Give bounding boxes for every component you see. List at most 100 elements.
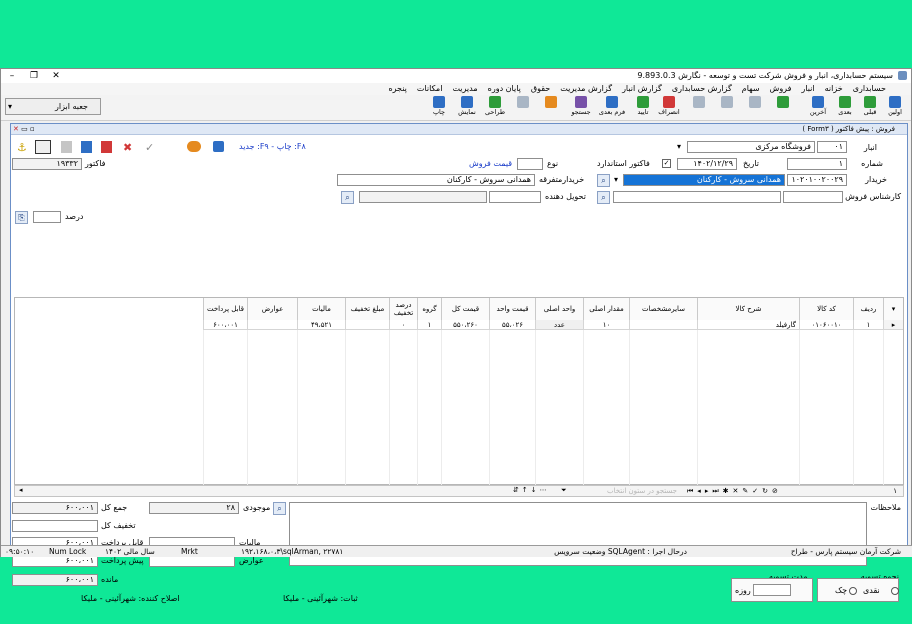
- col-header[interactable]: شرح کالا: [697, 298, 799, 320]
- table-row-cell[interactable]: ۰۱۰۶۰۰۱۰: [799, 320, 853, 330]
- restore-icon[interactable]: ❐: [23, 69, 45, 83]
- deliverer-code[interactable]: [489, 191, 541, 203]
- col-header[interactable]: گروه: [417, 298, 441, 320]
- menu-item[interactable]: پنجره: [383, 83, 411, 95]
- col-header[interactable]: واحد اصلی: [535, 298, 583, 320]
- excel-icon[interactable]: [81, 141, 92, 153]
- previous-button[interactable]: قبلی: [858, 95, 882, 121]
- date-field[interactable]: ۱۴۰۲/۱۲/۲۹: [677, 158, 737, 170]
- table-row-cell[interactable]: عدد: [535, 320, 583, 330]
- percent-field[interactable]: [33, 211, 61, 223]
- table-row-cell[interactable]: گارفیلد: [697, 320, 799, 330]
- col-header[interactable]: قابل پرداخت: [203, 298, 247, 320]
- anbar-name-field[interactable]: فروشگاه مرکزی: [687, 141, 815, 153]
- table-row-cell[interactable]: ۵۵۰،۲۶۰: [441, 320, 489, 330]
- edit-button[interactable]: [743, 95, 767, 121]
- lock-button[interactable]: [539, 95, 563, 121]
- table-row-cell[interactable]: ۱: [853, 320, 883, 330]
- type-field[interactable]: [517, 158, 543, 170]
- printer-icon[interactable]: [35, 140, 51, 154]
- table-row-cell[interactable]: ۰: [389, 320, 417, 330]
- col-header[interactable]: مبلغ تخفیف: [345, 298, 389, 320]
- camera-icon[interactable]: [213, 141, 224, 152]
- first-button[interactable]: اولین: [883, 95, 907, 121]
- next-button[interactable]: بعدی: [833, 95, 857, 121]
- table-row-cell[interactable]: [345, 320, 389, 330]
- sms-icon[interactable]: [187, 141, 201, 152]
- close-icon[interactable]: ✕: [45, 69, 67, 83]
- col-header[interactable]: درصد تخفیف: [389, 298, 417, 320]
- chevron-down-icon[interactable]: ▾: [677, 142, 681, 151]
- col-header[interactable]: عوارض: [247, 298, 297, 320]
- table-row-cell[interactable]: [247, 320, 297, 330]
- col-header[interactable]: سایرمشخصات: [629, 298, 697, 320]
- table-row-cell[interactable]: ۴۹،۵۲۱: [297, 320, 345, 330]
- search-button[interactable]: جستجو: [567, 95, 595, 121]
- menu-item[interactable]: گزارش انبار: [617, 83, 667, 95]
- document-icon[interactable]: [61, 141, 72, 153]
- col-header[interactable]: ردیف: [853, 298, 883, 320]
- total-disc-field[interactable]: [12, 520, 98, 532]
- price-type[interactable]: قیمت فروش: [469, 159, 512, 168]
- buyer-code-field[interactable]: ۱۰۲۰۱۰۰۲۰۰۲۹: [787, 174, 847, 186]
- table-row-cell[interactable]: ۱۰: [583, 320, 629, 330]
- binoculars-icon[interactable]: ⌕: [597, 174, 610, 187]
- design-button[interactable]: طراحی: [481, 95, 509, 121]
- last-button[interactable]: آخرین: [806, 95, 830, 121]
- standard-checkbox[interactable]: ✓: [662, 159, 671, 168]
- menu-item[interactable]: حسابداری: [848, 83, 891, 95]
- sales-expert-code[interactable]: [783, 191, 843, 203]
- binoculars-icon[interactable]: ⌕: [341, 191, 354, 204]
- buyer-name-field[interactable]: همدانی سروش - کارکنان: [623, 174, 785, 186]
- check-icon[interactable]: ✓: [145, 141, 156, 154]
- nav-buttons[interactable]: ⏮◂▸⏭✱✕✎✓↻⊘: [687, 487, 782, 496]
- next-form-button[interactable]: فرم بعدی: [597, 95, 627, 121]
- settle-days-field[interactable]: [753, 584, 791, 596]
- grid-search-input[interactable]: جستجو در ستون انتخاب: [573, 487, 677, 495]
- check-radio[interactable]: [849, 587, 857, 595]
- cross-tools-icon[interactable]: ✖: [123, 141, 134, 154]
- menu-item[interactable]: گزارش حسابداری: [667, 83, 737, 95]
- cancel-button[interactable]: انصراف: [655, 95, 683, 121]
- minimize-icon[interactable]: –: [1, 69, 23, 83]
- confirm-button[interactable]: تایید: [631, 95, 655, 121]
- scroll-left-icon[interactable]: ◂: [19, 486, 23, 494]
- anbar-code-field[interactable]: ۰۱: [817, 141, 847, 153]
- pdf-icon[interactable]: [101, 141, 112, 153]
- row-indicator[interactable]: ▸: [883, 320, 903, 330]
- preview-button[interactable]: نمایش: [453, 95, 481, 121]
- cash-radio[interactable]: [891, 587, 899, 595]
- menu-item[interactable]: خزانه: [820, 83, 848, 95]
- copy-button[interactable]: [687, 95, 711, 121]
- table-row-cell[interactable]: ۵۵،۰۲۶: [489, 320, 535, 330]
- col-header[interactable]: قیمت واحد: [489, 298, 535, 320]
- anchor-icon[interactable]: ⚓: [17, 141, 29, 154]
- add-button[interactable]: [771, 95, 795, 121]
- col-header[interactable]: قیمت کل: [441, 298, 489, 320]
- menu-item[interactable]: فروش: [765, 83, 797, 95]
- menu-item[interactable]: انبار: [796, 83, 819, 95]
- chevron-down-icon[interactable]: ▾: [614, 175, 618, 184]
- menu-item[interactable]: پایان دوره: [483, 83, 526, 95]
- export-button[interactable]: [511, 95, 535, 121]
- delete-button[interactable]: [715, 95, 739, 121]
- column-selector[interactable]: ▾: [883, 298, 903, 320]
- number-field[interactable]: ۱: [787, 158, 847, 170]
- col-header[interactable]: کد کالا: [799, 298, 853, 320]
- print-button[interactable]: چاپ: [427, 95, 451, 121]
- copy-icon[interactable]: ⎘: [15, 211, 28, 224]
- misc-buyer-field[interactable]: همدانی سروش - کارکنان: [337, 174, 535, 186]
- sort-icons[interactable]: ⇵↑↓⋯: [513, 486, 550, 494]
- col-header[interactable]: مقدار اصلی: [583, 298, 629, 320]
- sales-expert-name[interactable]: [613, 191, 781, 203]
- binoculars-icon[interactable]: ⌕: [597, 191, 610, 204]
- menu-item[interactable]: سهام: [737, 83, 765, 95]
- menu-item[interactable]: گزارش مدیریت: [555, 83, 617, 95]
- menu-item[interactable]: مدیریت: [447, 83, 482, 95]
- menu-item[interactable]: حقوق: [526, 83, 555, 95]
- table-row-cell[interactable]: [629, 320, 697, 330]
- table-row-cell[interactable]: ۱: [417, 320, 441, 330]
- col-header[interactable]: مالیات: [297, 298, 345, 320]
- menu-item[interactable]: امکانات: [412, 83, 448, 95]
- table-row-cell[interactable]: ۶۰۰،۰۰۱: [203, 320, 247, 330]
